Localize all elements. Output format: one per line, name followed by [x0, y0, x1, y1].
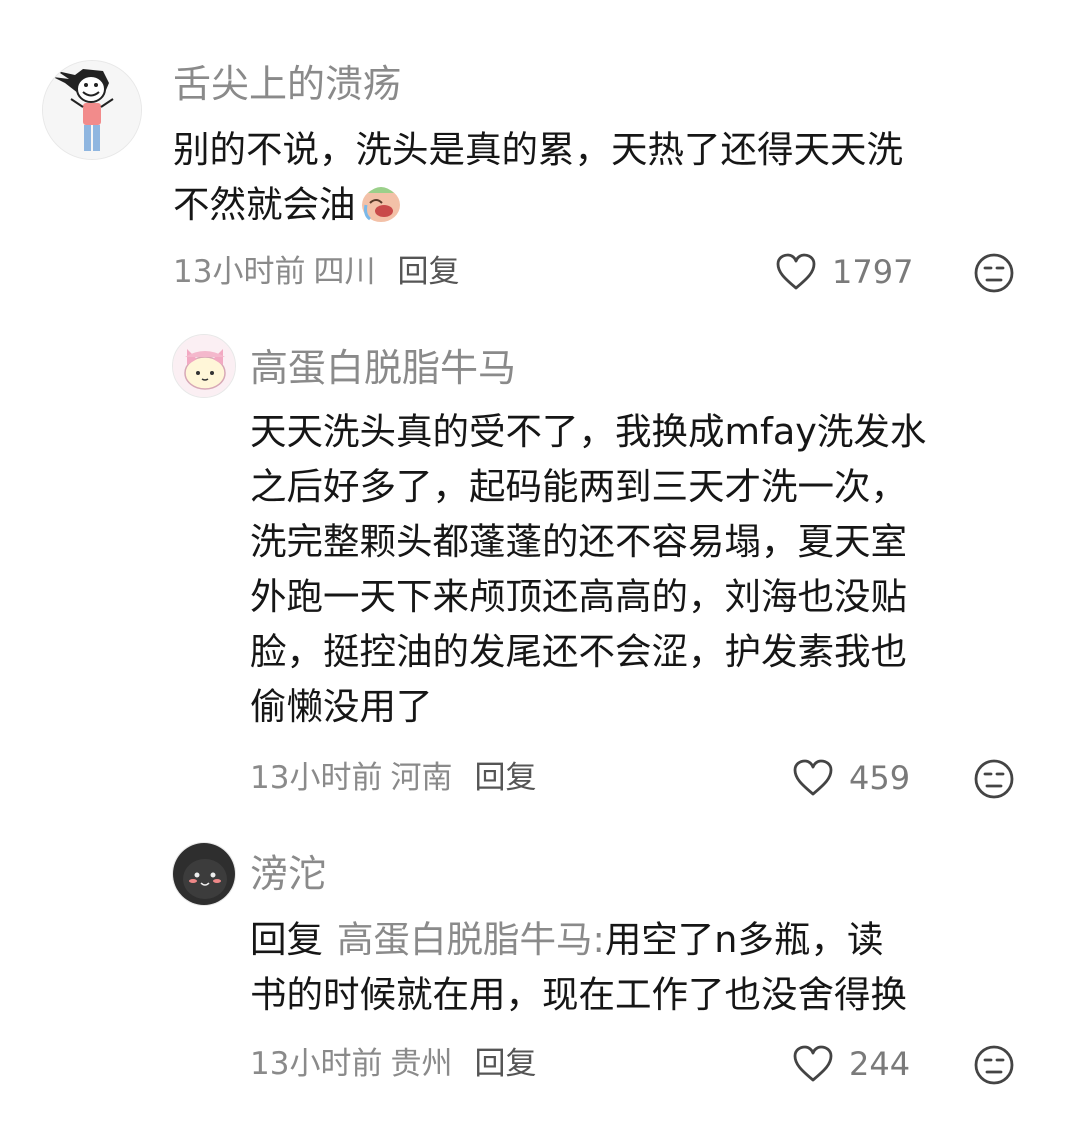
- avatar[interactable]: [172, 334, 236, 398]
- like-button[interactable]: 1797: [776, 252, 913, 292]
- location: 河南: [390, 760, 453, 796]
- reply-button[interactable]: 回复: [474, 760, 536, 796]
- reply-button[interactable]: 回复: [474, 1046, 536, 1082]
- comment-line: 偷懒没用了: [250, 685, 433, 728]
- comment-meta: 13小时前 贵州 回复: [250, 1044, 544, 1084]
- timestamp: 13小时前: [250, 760, 383, 796]
- like-button[interactable]: 459: [793, 758, 910, 798]
- comment-line: 书的时候就在用，现在工作了也没舍得换: [250, 973, 907, 1016]
- dislike-face-icon[interactable]: [973, 252, 1015, 294]
- reply-prefix: 回复: [250, 918, 323, 961]
- like-count: 459: [849, 759, 911, 797]
- username[interactable]: 滂沱: [250, 852, 326, 896]
- comment-line: 用空了n多瓶，读: [604, 918, 884, 961]
- timestamp: 13小时前: [173, 254, 306, 290]
- crying-face-emoji-icon: [360, 179, 402, 223]
- avatar[interactable]: [172, 842, 236, 906]
- timestamp: 13小时前: [250, 1046, 383, 1082]
- like-count: 244: [849, 1045, 911, 1083]
- heart-icon: [793, 759, 833, 796]
- comment-line: 别的不说，洗头是真的累，天热了还得天天洗: [173, 128, 903, 171]
- dislike-face-icon[interactable]: [973, 1044, 1015, 1086]
- like-count: 1797: [832, 253, 914, 291]
- comment-line: 脸，挺控油的发尾还不会涩，护发素我也: [250, 630, 907, 673]
- comment-line: 洗完整颗头都蓬蓬的还不容易塌，夏天室: [250, 520, 907, 563]
- username[interactable]: 舌尖上的溃疡: [173, 62, 401, 106]
- location: 贵州: [390, 1046, 453, 1082]
- comment-line: 外跑一天下来颅顶还高高的，刘海也没贴: [250, 575, 907, 618]
- heart-icon: [793, 1045, 833, 1082]
- location: 四川: [313, 254, 376, 290]
- reply-target-username[interactable]: 高蛋白脱脂牛马:: [337, 918, 605, 961]
- comment-meta: 13小时前 四川 回复: [173, 252, 467, 292]
- comment-text: 别的不说，洗头是真的累，天热了还得天天洗 不然就会油: [173, 122, 903, 232]
- comment-line: 之后好多了，起码能两到三天才洗一次，: [250, 465, 907, 508]
- reply-button[interactable]: 回复: [397, 254, 459, 290]
- avatar[interactable]: [42, 60, 142, 160]
- comment-text: 回复 高蛋白脱脂牛马:用空了n多瓶，读 书的时候就在用，现在工作了也没舍得换: [250, 912, 907, 1022]
- comment-meta: 13小时前 河南 回复: [250, 758, 544, 798]
- heart-icon: [776, 253, 816, 290]
- comment-line: 天天洗头真的受不了，我换成mfay洗发水: [250, 410, 927, 453]
- comment-text: 天天洗头真的受不了，我换成mfay洗发水 之后好多了，起码能两到三天才洗一次， …: [250, 404, 926, 734]
- comment-line: 不然就会油: [173, 183, 356, 226]
- dislike-face-icon[interactable]: [973, 758, 1015, 800]
- username[interactable]: 高蛋白脱脂牛马: [250, 346, 516, 390]
- like-button[interactable]: 244: [793, 1044, 910, 1084]
